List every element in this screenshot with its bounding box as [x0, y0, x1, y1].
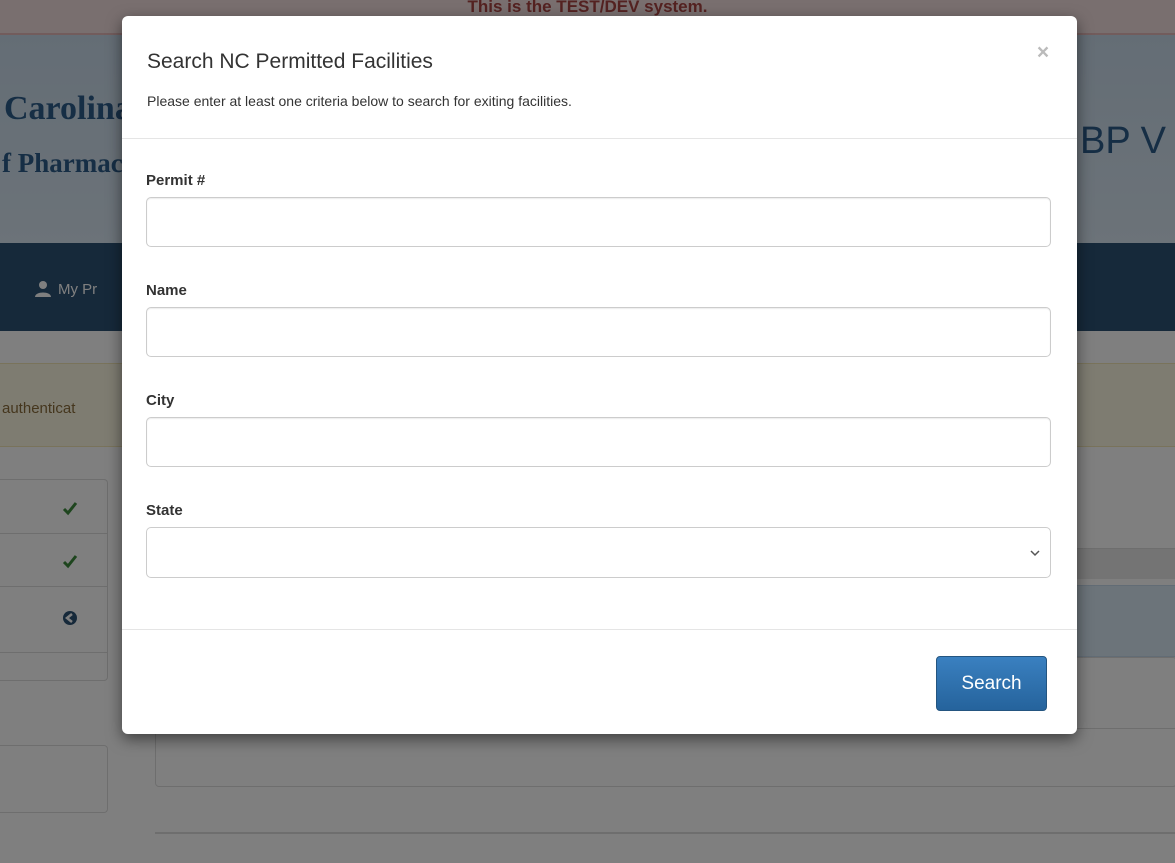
city-label: City	[146, 392, 175, 409]
modal-subtitle: Please enter at least one criteria below…	[147, 93, 572, 109]
modal-footer: Search	[122, 629, 1077, 735]
search-button[interactable]: Search	[936, 656, 1047, 711]
modal-header: Search NC Permitted Facilities Please en…	[122, 16, 1077, 139]
modal-title: Search NC Permitted Facilities	[147, 50, 433, 73]
permit-input[interactable]	[146, 197, 1051, 247]
permit-label: Permit #	[146, 172, 206, 189]
name-input[interactable]	[146, 307, 1051, 357]
search-facilities-modal: Search NC Permitted Facilities Please en…	[122, 16, 1077, 734]
close-icon[interactable]: ×	[1032, 42, 1054, 64]
name-label: Name	[146, 282, 187, 299]
state-select[interactable]	[146, 527, 1051, 578]
state-select-wrapper	[146, 527, 1051, 578]
city-input[interactable]	[146, 417, 1051, 467]
state-label: State	[146, 502, 183, 519]
